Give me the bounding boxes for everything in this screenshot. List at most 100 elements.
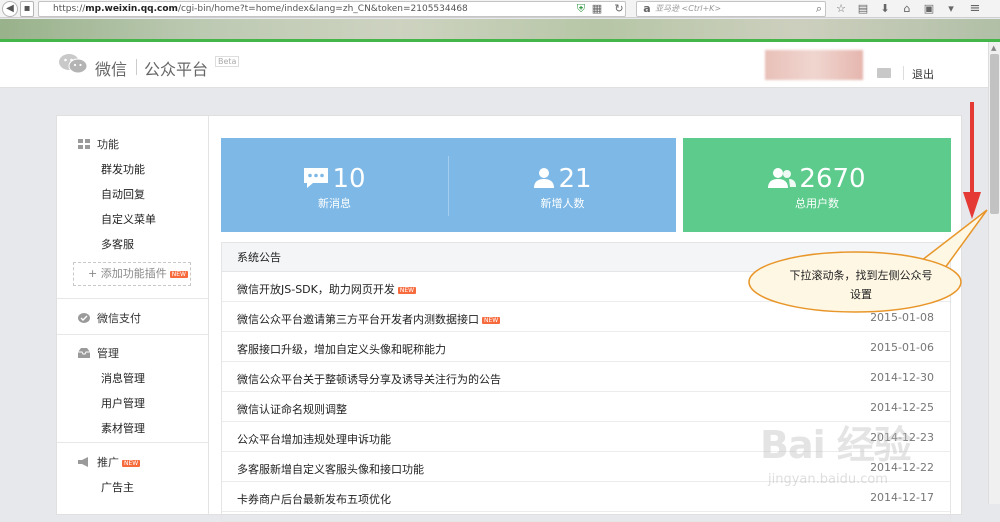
- sidebar-item-broadcast[interactable]: 群发功能: [101, 161, 145, 177]
- stat-value: 2670: [799, 164, 866, 194]
- announcement-date: 2014-12-30: [870, 371, 934, 384]
- sidebar-item-users[interactable]: 用户管理: [101, 395, 145, 411]
- stat-new-messages[interactable]: 10 新消息: [221, 138, 448, 232]
- sidebar-group-promotion: 推广 NEW: [78, 454, 141, 470]
- stat-label: 新消息: [318, 197, 351, 210]
- dropdown-icon[interactable]: ▾: [944, 2, 958, 16]
- announcement-date: 2015-01-06: [870, 341, 934, 354]
- users-icon: [768, 168, 797, 188]
- stat-total-users[interactable]: 2670 总用户数: [683, 138, 951, 232]
- sidebar-group-manage: 管理: [78, 345, 119, 361]
- announcement-title[interactable]: 公众平台增加违规处理申诉功能: [237, 431, 391, 447]
- amazon-icon[interactable]: a: [640, 2, 654, 16]
- scrollbar-thumb[interactable]: [990, 54, 999, 214]
- stat-value-row: 2670: [683, 164, 951, 194]
- inbox-icon: [78, 348, 90, 358]
- wallet-icon: [78, 313, 90, 323]
- url-host: mp.weixin.qq.com: [85, 4, 178, 14]
- sidebar-divider: [57, 442, 208, 443]
- list-item[interactable]: 客服接口升级，增加自定义头像和昵称能力 2015-01-06: [222, 332, 950, 362]
- sidebar-divider: [57, 334, 208, 335]
- back-icon[interactable]: ◀: [2, 1, 18, 17]
- sidebar-item-payment[interactable]: 微信支付: [78, 310, 141, 326]
- stat-value: 21: [558, 164, 592, 194]
- addon-icon[interactable]: ▣: [922, 2, 936, 16]
- search-icon[interactable]: ⌕: [812, 2, 826, 16]
- url-path: /cgi-bin/home?t=home/index&lang=zh_CN&to…: [177, 4, 468, 14]
- beta-badge: Beta: [215, 56, 240, 67]
- search-input[interactable]: 亚马逊 <Ctrl+K>: [636, 1, 826, 17]
- url-bar[interactable]: https://mp.weixin.qq.com/cgi-bin/home?t=…: [38, 1, 626, 17]
- sidebar: 功能 群发功能 自动回复 自定义菜单 多客服 + 添加功能插件 NEW 微信支付 …: [57, 116, 209, 516]
- home-icon[interactable]: ⌂: [900, 2, 914, 16]
- sidebar-group-function: 功能: [78, 136, 119, 152]
- announcement-title[interactable]: 客服接口升级，增加自定义头像和昵称能力: [237, 341, 446, 357]
- new-badge: NEW: [122, 460, 141, 467]
- new-badge: NEW: [169, 271, 188, 278]
- stat-label: 新增人数: [540, 197, 585, 210]
- sidebar-divider: [57, 298, 208, 299]
- avatar[interactable]: [765, 50, 863, 80]
- announcement-title-text: 微信公众平台邀请第三方平台开发者内测数据接口: [237, 313, 479, 326]
- search-placeholder: 亚马逊 <Ctrl+K>: [655, 4, 722, 13]
- stats-panel-total: 2670 总用户数: [683, 138, 951, 232]
- browser-toolbar: ◀ ▪ https://mp.weixin.qq.com/cgi-bin/hom…: [0, 0, 1000, 18]
- sidebar-item-autoreply[interactable]: 自动回复: [101, 186, 145, 202]
- logo-text[interactable]: 微信: [95, 56, 127, 80]
- announcement-date: 2014-12-25: [870, 401, 934, 414]
- bookmarks-bar: [0, 19, 1000, 39]
- lock-icon: ▪: [20, 1, 34, 17]
- megaphone-icon: [78, 457, 88, 467]
- page-header: 微信 公众平台 Beta 退出: [0, 42, 988, 88]
- sidebar-group-label: 功能: [97, 138, 119, 151]
- callout-text: 下拉滚动条，找到左侧公众号设置: [789, 269, 933, 301]
- new-badge: NEW: [482, 317, 501, 324]
- url-prefix: https://: [53, 4, 86, 14]
- platform-title: 公众平台: [144, 60, 209, 79]
- menu-icon[interactable]: ≡: [968, 2, 982, 16]
- sidebar-item-advertiser[interactable]: 广告主: [101, 479, 134, 495]
- announcement-title[interactable]: 微信公众平台邀请第三方平台开发者内测数据接口 NEW: [237, 311, 501, 327]
- clipboard-icon[interactable]: ▤: [856, 2, 870, 16]
- qr-icon[interactable]: ▦: [590, 2, 604, 16]
- sidebar-item-materials[interactable]: 素材管理: [101, 420, 145, 436]
- sidebar-group-label: 微信支付: [97, 312, 141, 325]
- sidebar-group-label: 推广: [97, 456, 119, 469]
- grid-icon: [78, 139, 90, 149]
- logout-divider: [903, 66, 904, 80]
- add-plugin-label: + 添加功能插件: [88, 267, 167, 280]
- stats-panel: 10 新消息 21 新增人数: [221, 138, 676, 232]
- stat-value-row: 21: [449, 164, 676, 194]
- logout-link[interactable]: 退出: [912, 66, 934, 82]
- wechat-logo-icon[interactable]: [58, 52, 88, 76]
- list-item[interactable]: 微信公众平台关于整顿诱导分享及诱导关注行为的公告 2014-12-30: [222, 362, 950, 392]
- scroll-up-icon[interactable]: ▲: [991, 44, 996, 52]
- watermark-domain: jingyan.baidu.com: [768, 472, 888, 487]
- sidebar-item-messages[interactable]: 消息管理: [101, 370, 145, 386]
- download-icon[interactable]: ⬇: [878, 2, 892, 16]
- announcement-title[interactable]: 微信公众平台关于整顿诱导分享及诱导关注行为的公告: [237, 371, 501, 387]
- stat-new-followers[interactable]: 21 新增人数: [449, 138, 676, 232]
- message-icon: [304, 168, 329, 188]
- sidebar-group-label: 管理: [97, 347, 119, 360]
- baidu-watermark: Bai 经验 jingyan.baidu.com: [760, 414, 990, 504]
- announcement-title[interactable]: 微信认证命名规则调整: [237, 401, 347, 417]
- announcement-title[interactable]: 微信开放JS-SDK，助力网页开发 NEW: [237, 281, 417, 297]
- logo-divider: [136, 59, 137, 75]
- shield-icon[interactable]: ⛨: [574, 2, 588, 16]
- star-icon[interactable]: ☆: [834, 2, 848, 16]
- red-arrow-icon: [963, 102, 981, 219]
- sidebar-item-custom-menu[interactable]: 自定义菜单: [101, 211, 156, 227]
- add-plugin-button[interactable]: + 添加功能插件 NEW: [73, 262, 191, 286]
- new-badge: NEW: [397, 287, 417, 294]
- announcement-title[interactable]: 卡券商户后台最新发布五项优化: [237, 491, 391, 507]
- stat-value: 10: [332, 164, 366, 194]
- mail-icon[interactable]: [877, 68, 891, 78]
- announcement-title-text: 微信开放JS-SDK，助力网页开发: [237, 283, 395, 296]
- sidebar-item-multi-service[interactable]: 多客服: [101, 236, 134, 252]
- watermark-brand: Bai 经验: [760, 423, 912, 467]
- announcement-title[interactable]: 多客服新增自定义客服头像和接口功能: [237, 461, 424, 477]
- reload-icon[interactable]: ↻: [612, 2, 626, 16]
- stat-label: 总用户数: [795, 197, 839, 210]
- user-icon: [534, 168, 555, 188]
